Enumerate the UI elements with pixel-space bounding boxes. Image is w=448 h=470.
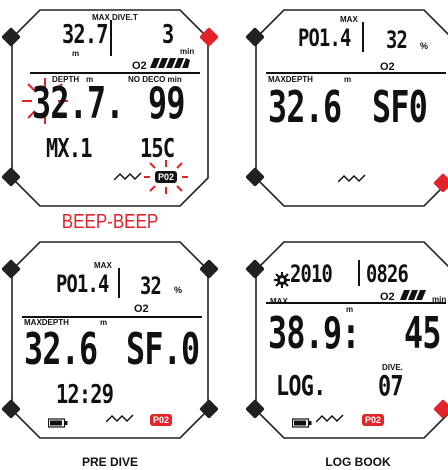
maxdepth-value: 32.6 bbox=[268, 82, 342, 133]
divider bbox=[110, 20, 112, 56]
po2-value: PO1.4 bbox=[56, 270, 109, 298]
divider bbox=[118, 268, 120, 298]
safety-factor-value: SF.0 bbox=[126, 324, 200, 375]
watch-alarm: MAX DIVE.T 32.7 3 m min O2 DEPTH m NO DE… bbox=[1, 8, 219, 208]
ascent-wave-icon bbox=[114, 172, 142, 181]
max-label: MAX bbox=[94, 261, 112, 270]
po2-value: PO1.4 bbox=[298, 24, 351, 52]
alarm-text: BEEP-BEEP bbox=[61, 211, 159, 233]
caption-log-book: LOG BOOK bbox=[325, 455, 391, 469]
maxdepth-value: 32.6 bbox=[24, 324, 98, 375]
percent-sign: % bbox=[420, 41, 429, 51]
gear-icon bbox=[274, 272, 290, 288]
separator-line bbox=[266, 302, 446, 304]
safety-factor-value: SF0 bbox=[372, 82, 428, 133]
watch-pre-dive: MAX PO1.4 32 % O2 MAXDEPTH m 32.6 SF.0 1… bbox=[1, 240, 219, 440]
watch-log-book: 2010 0826 O2 MAX m min 38.9: 45 DIVE. LO… bbox=[245, 240, 448, 440]
current-depth-value: 32.7. bbox=[32, 78, 124, 129]
separator-line bbox=[266, 72, 446, 74]
log-maxdepth-value: 38.9: bbox=[268, 308, 360, 359]
ppo2-badge: P02 bbox=[155, 171, 178, 183]
o2-label: O2 bbox=[134, 303, 149, 315]
percent-sign: % bbox=[174, 285, 183, 295]
max-depth-value: 32.7 bbox=[62, 20, 109, 50]
max-label: MAX bbox=[270, 297, 288, 306]
watch-max-ppo2: MAX PO1.4 32 % O2 MAXDEPTH m 32.6 SF0 bbox=[245, 8, 448, 208]
max-label: MAX bbox=[340, 15, 358, 24]
battery-icon bbox=[292, 418, 312, 428]
log-year-value: 2010 bbox=[290, 260, 333, 288]
separator-line bbox=[30, 72, 200, 74]
temperature-value: 15C bbox=[140, 134, 175, 164]
unit-min: min bbox=[432, 295, 447, 304]
unit-m: m bbox=[72, 49, 80, 58]
o2-bargraph bbox=[400, 290, 426, 300]
dive-number-value: 07 bbox=[378, 369, 404, 402]
log-label: LOG. bbox=[276, 369, 326, 402]
unit-min: min bbox=[180, 47, 195, 56]
o2-bargraph bbox=[150, 58, 190, 68]
o2-percent-value: 32 bbox=[386, 26, 408, 54]
ascent-wave-icon bbox=[316, 414, 344, 423]
divider bbox=[358, 260, 360, 286]
ascent-wave-icon bbox=[338, 174, 366, 183]
o2-label: O2 bbox=[132, 60, 147, 72]
gas-mix-label: MX.1 bbox=[46, 134, 93, 164]
ppo2-badge: P02 bbox=[150, 414, 173, 426]
depth-unit: m bbox=[344, 75, 352, 84]
depth-unit: m bbox=[100, 318, 108, 327]
o2-percent-value: 32 bbox=[140, 272, 162, 300]
divider bbox=[362, 22, 364, 52]
no-deco-value: 99 bbox=[148, 78, 185, 129]
ascent-wave-icon bbox=[106, 414, 134, 423]
dive-time-value: 3 bbox=[162, 20, 174, 50]
log-date-value: 0826 bbox=[366, 260, 409, 288]
caption-pre-dive: PRE DIVE bbox=[81, 455, 138, 469]
time-of-day-value: 12:29 bbox=[56, 380, 114, 410]
log-divetime-value: 45 bbox=[404, 308, 441, 359]
battery-icon bbox=[48, 418, 68, 428]
ppo2-badge: P02 bbox=[362, 414, 385, 426]
